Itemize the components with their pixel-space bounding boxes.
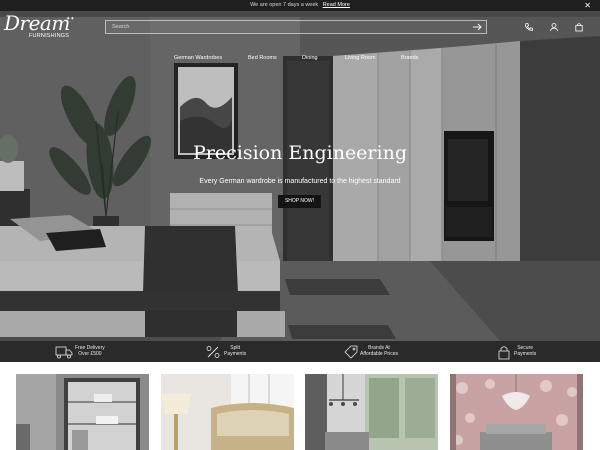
living-room-tile[interactable] (450, 374, 583, 450)
price-tag-icon (344, 345, 358, 359)
features-bar: Free Delivery Over £500 Split Payments B… (0, 341, 600, 362)
search-bar (105, 20, 487, 34)
phone-icon[interactable] (524, 22, 534, 32)
search-input[interactable] (112, 22, 462, 32)
arrow-right-icon[interactable] (472, 22, 482, 32)
nav-item-brands[interactable]: Brands (401, 55, 418, 61)
logo-stars: ✦✦ (66, 16, 75, 22)
feature-secure-payments: Secure Payments (495, 344, 545, 360)
nav-item-dining[interactable]: Dining (302, 55, 318, 61)
announcement-bar: We are open 7 days a week Read More ✕ (0, 0, 600, 11)
user-icon[interactable] (549, 22, 559, 32)
feature-line2: Payments (514, 351, 537, 357)
feature-brands-affordable: Brands At Affordable Prices (342, 344, 412, 360)
logo-subtitle: FURNISHINGS (29, 33, 70, 39)
read-more-link[interactable]: Read More (323, 2, 350, 8)
nav-item-bed-rooms[interactable]: Bed Rooms (248, 55, 277, 61)
hero-banner: Dream ✦✦ FURNISHINGS German Wardrobes (0, 11, 600, 341)
nav-item-german-wardrobes[interactable]: German Wardrobes (174, 55, 222, 61)
main-nav: German Wardrobes Bed Rooms Dining Living… (0, 55, 600, 65)
bookcase-tile[interactable] (16, 374, 149, 450)
bedroom-tile[interactable] (161, 374, 294, 450)
feature-line2: Affordable Prices (360, 351, 398, 357)
page: We are open 7 days a week Read More ✕ Dr… (0, 0, 600, 450)
feature-split-payments: Split Payments (204, 344, 264, 360)
bag-icon[interactable] (574, 22, 584, 32)
nav-item-living-room[interactable]: Living Room (345, 55, 376, 61)
percent-icon (206, 346, 220, 358)
feature-line2: Payments (224, 351, 247, 357)
feature-line2: Over £500 (78, 351, 102, 357)
hero-title: Precision Engineering (192, 142, 407, 164)
announcement-text: We are open 7 days a week (250, 2, 319, 8)
logo[interactable]: Dream ✦✦ FURNISHINGS (4, 11, 84, 43)
dining-tile[interactable] (305, 374, 438, 450)
hero-subtitle: Every German wardrobe is manufactured to… (199, 178, 401, 185)
logo-script: Dream (4, 11, 70, 35)
lock-icon (498, 346, 510, 360)
shop-now-button[interactable]: SHOP NOW! (278, 195, 321, 208)
feature-free-delivery: Free Delivery Over £500 (55, 344, 125, 360)
close-icon[interactable]: ✕ (584, 0, 591, 11)
delivery-truck-icon (55, 346, 73, 359)
